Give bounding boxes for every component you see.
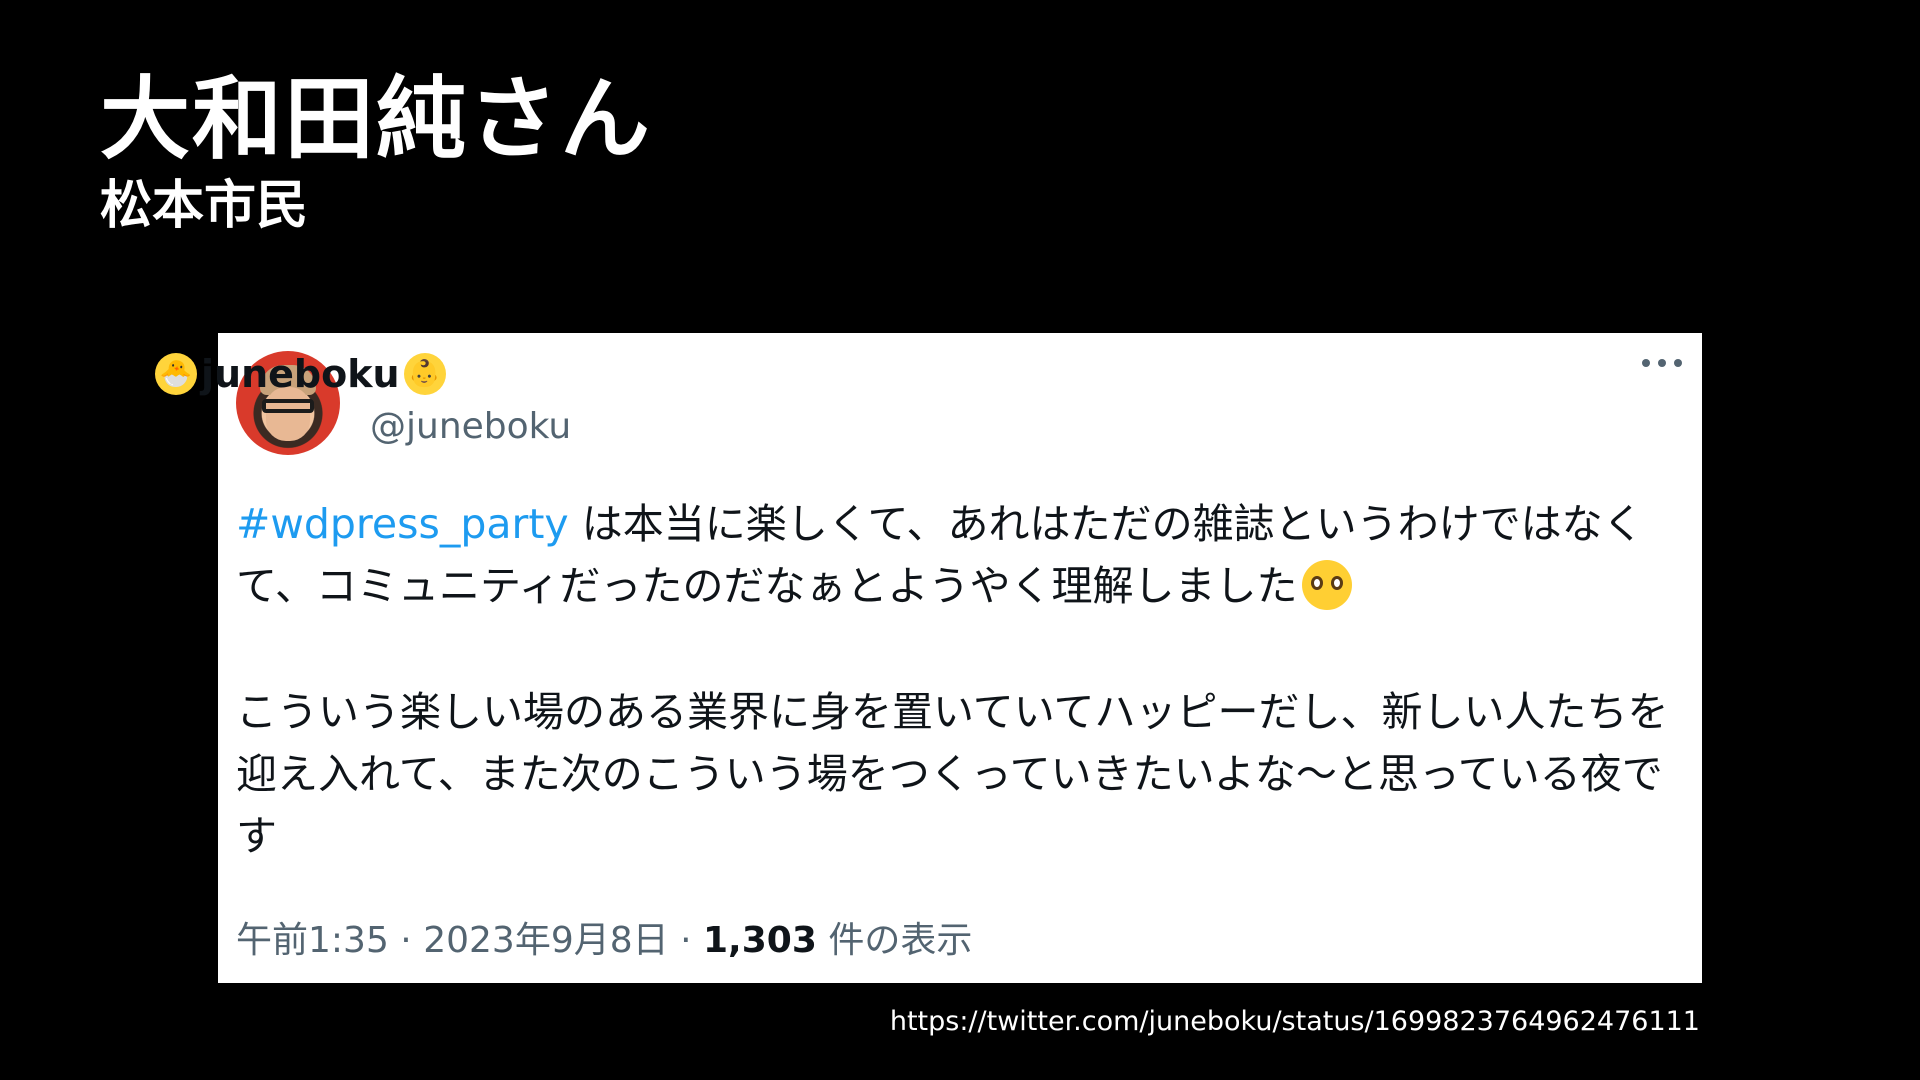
display-name[interactable]: 🐣 juneboku 👶: [155, 352, 446, 396]
slide-subtitle: 松本市民: [100, 176, 309, 236]
pleading-face-emoji-icon: [1301, 560, 1352, 610]
avatar-glasses: [262, 399, 314, 413]
tweet-paragraph-2: こういう楽しい場のある業界に身を置いていてハッピーだし、新しい人たちを迎え入れて…: [236, 688, 1669, 860]
baby-emoji-icon: 👶: [403, 353, 446, 395]
views-label: 件の表示: [828, 920, 973, 961]
tweet-date[interactable]: 2023年9月8日: [423, 920, 668, 961]
source-url[interactable]: https://twitter.com/juneboku/status/1699…: [890, 1006, 1700, 1037]
tweet-paragraph-1: #wdpress_party は本当に楽しくて、あれはただの雑誌というわけではな…: [236, 493, 1676, 617]
user-handle[interactable]: @juneboku: [370, 406, 571, 447]
meta-separator: ·: [400, 920, 412, 961]
hashtag-link[interactable]: #wdpress_party: [236, 500, 569, 548]
views-count: 1,303: [703, 920, 817, 961]
chick-emoji-icon: 🐣: [155, 353, 197, 395]
more-dot: [1658, 359, 1666, 367]
display-name-text[interactable]: juneboku: [201, 352, 400, 396]
more-horizontal-icon[interactable]: [1642, 353, 1682, 373]
slide-title: 大和田純さん: [100, 67, 652, 172]
tweet-time[interactable]: 午前1:35: [236, 920, 389, 961]
more-dot: [1674, 359, 1682, 367]
meta-separator: ·: [680, 920, 692, 961]
tweet-metadata: 午前1:35 · 2023年9月8日 · 1,303 件の表示: [236, 911, 972, 963]
more-dot: [1642, 359, 1650, 367]
tweet-text: #wdpress_party は本当に楽しくて、あれはただの雑誌というわけではな…: [236, 493, 1676, 867]
